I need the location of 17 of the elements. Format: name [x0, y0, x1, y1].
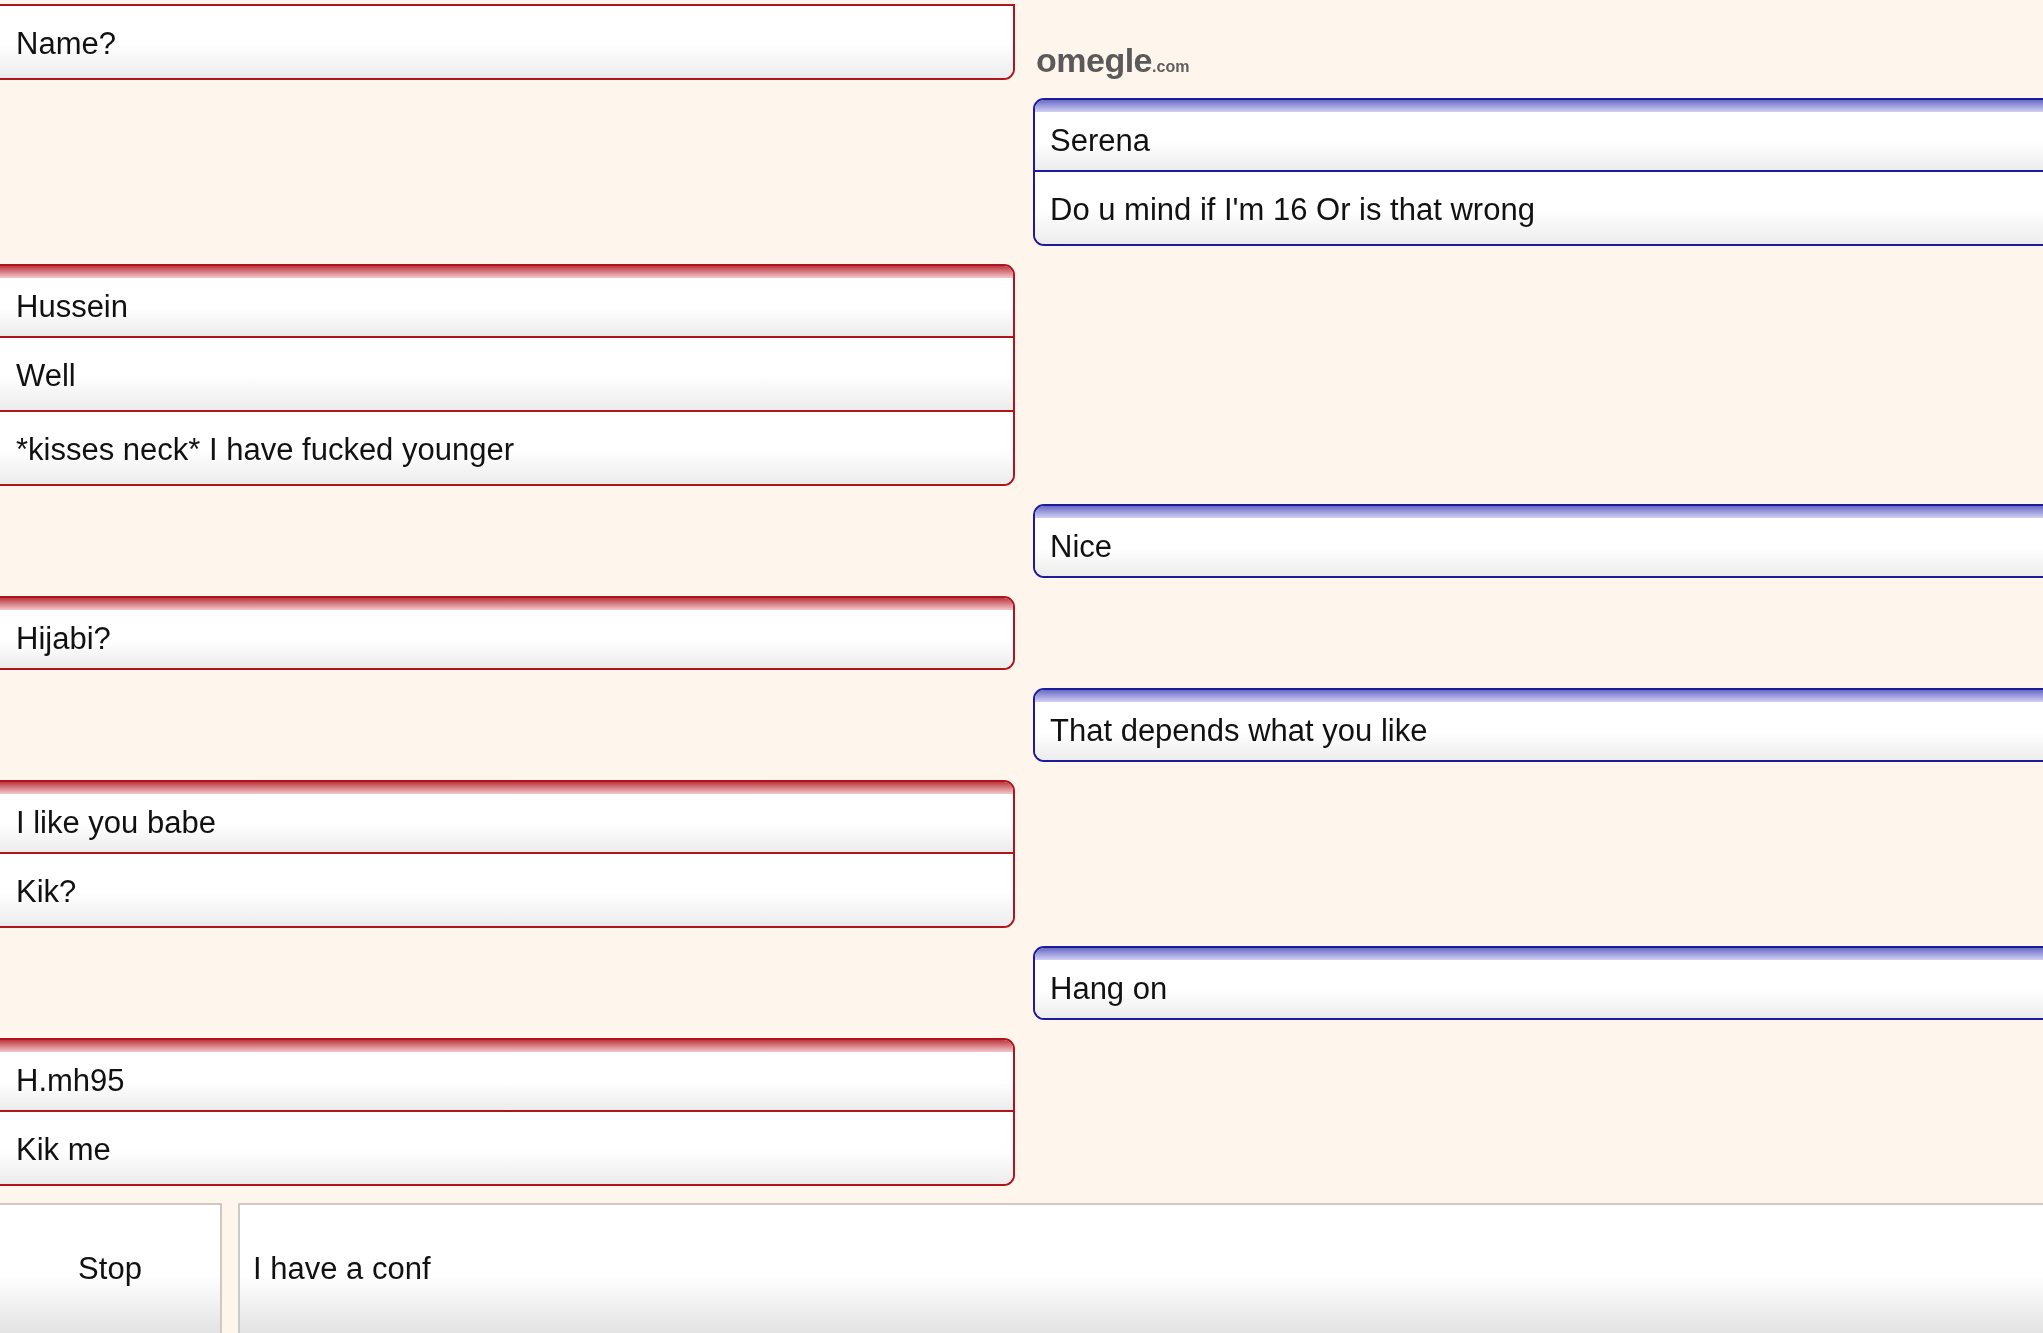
message-text: That depends what you like	[1050, 712, 1428, 750]
stop-button[interactable]: Stop	[0, 1203, 222, 1333]
message-text: H.mh95	[16, 1062, 125, 1100]
message-text: I like you babe	[16, 804, 216, 842]
message-text: Do u mind if I'm 16 Or is that wrong	[1050, 190, 1535, 229]
message-text: Name?	[16, 24, 116, 63]
message-text: *kisses neck* I have fucked younger	[16, 430, 514, 469]
message-input[interactable]: I have a conf	[238, 1203, 2043, 1333]
message-text: Kik me	[16, 1130, 111, 1169]
message-text: Serena	[1050, 122, 1150, 160]
message-text: Well	[16, 356, 76, 395]
message-text: Nice	[1050, 528, 1112, 566]
message-text: Kik?	[16, 872, 77, 911]
message-text: Hang on	[1050, 970, 1168, 1008]
message-text: Hussein	[16, 288, 128, 326]
message-text: Hijabi?	[16, 620, 111, 658]
logo-wordmark: omegle.com	[1036, 43, 1190, 77]
